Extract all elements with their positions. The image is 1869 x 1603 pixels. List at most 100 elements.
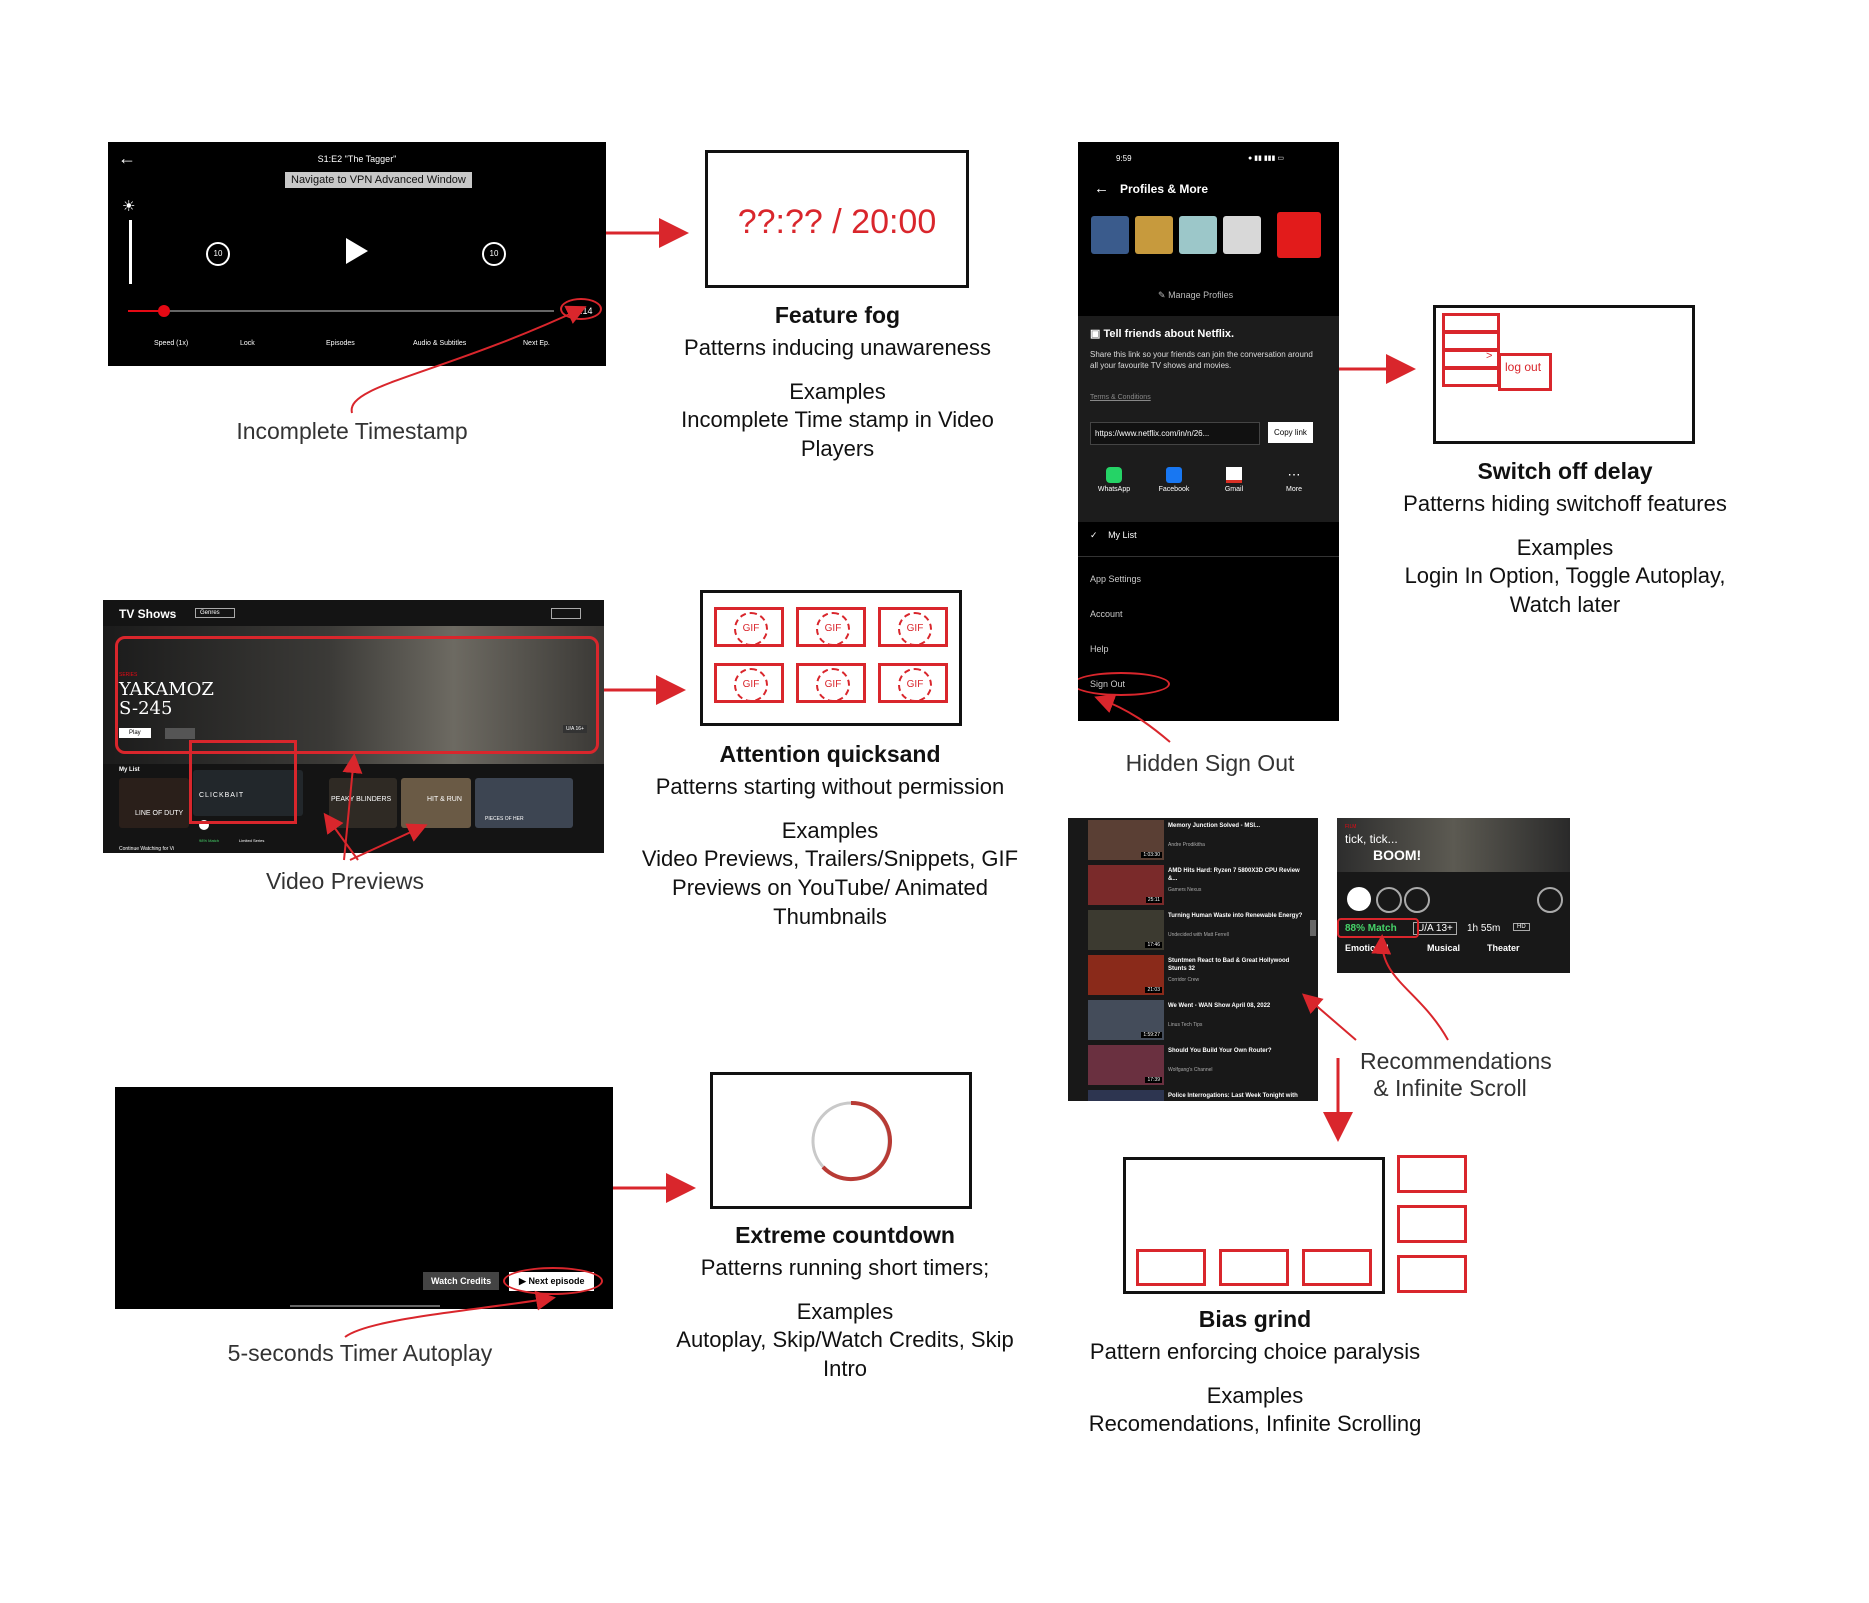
video-thumbnail[interactable] [1088, 1090, 1164, 1101]
attention-subtitle: Patterns starting without permission [655, 774, 1005, 799]
card-like-icon[interactable] [1404, 887, 1430, 913]
control-next-episode[interactable]: Next Ep. [523, 340, 550, 347]
thumb-peaky-blinders[interactable]: PEAKY BLINDERS [329, 778, 397, 828]
bias-caption: Bias grind Pattern enforcing choice para… [1085, 1306, 1425, 1438]
video-title[interactable]: Should You Build Your Own Router? [1168, 1047, 1303, 1055]
bias-row-tile-1 [1136, 1249, 1206, 1286]
thumb-line-of-duty[interactable]: LINE OF DUTY [119, 778, 189, 828]
video-channel: Undecided with Matt Ferrell [1168, 932, 1229, 938]
forward-10-icon[interactable]: 10 [482, 242, 506, 266]
video-thumbnail[interactable]: 17:39 [1088, 1045, 1164, 1085]
video-duration: 17:39 [1145, 1077, 1162, 1083]
profile-avatar-3[interactable] [1179, 216, 1217, 254]
control-audio-subtitles[interactable]: Audio & Subtitles [413, 340, 466, 347]
rewind-10-icon[interactable]: 10 [206, 242, 230, 266]
control-episodes[interactable]: Episodes [326, 340, 355, 347]
menu-account[interactable]: Account [1090, 609, 1123, 619]
control-lock[interactable]: Lock [240, 340, 255, 347]
profile-avatar-1[interactable] [1091, 216, 1129, 254]
progress-handle[interactable] [158, 305, 170, 317]
thumb-hit-and-run[interactable]: HIT & RUN [401, 778, 471, 828]
phone-clock: 9:59 [1116, 154, 1132, 163]
video-thumbnail[interactable]: 1:03:30 [1088, 820, 1164, 860]
bias-examples-label: Examples [1206, 1383, 1304, 1408]
video-title[interactable]: Police Interrogations: Last Week Tonight… [1168, 1092, 1303, 1101]
thumb-preview-highlight [189, 740, 297, 824]
menu-help[interactable]: Help [1090, 644, 1109, 654]
card-add-icon[interactable] [1376, 887, 1402, 913]
bias-side-tile-1 [1397, 1155, 1467, 1193]
video-duration: 1:59:27 [1141, 1032, 1162, 1038]
switch-off-box: > log out [1433, 305, 1695, 444]
card-play-icon[interactable] [1347, 887, 1371, 911]
phone-profiles-screenshot: 9:59 ● ▮▮ ▮▮▮ ▭ ← Profiles & More ✎ Mana… [1078, 142, 1339, 721]
profile-avatar-5[interactable] [1277, 212, 1321, 258]
autoplay-screenshot: Watch Credits ▶ Next episode [115, 1087, 613, 1309]
video-previews-caption: Video Previews [265, 868, 425, 894]
profile-avatar-4[interactable] [1223, 216, 1261, 254]
gif-tile-1: GIF [714, 607, 784, 647]
video-player-screenshot: ← S1:E2 "The Tagger" Navigate to VPN Adv… [108, 142, 606, 366]
video-title[interactable]: AMD Hits Hard: Ryzen 7 5800X3D CPU Revie… [1168, 867, 1303, 883]
share-more[interactable]: ⋯ More [1274, 467, 1314, 493]
video-title[interactable]: Turning Human Waste into Renewable Energ… [1168, 912, 1303, 920]
manage-profiles-link[interactable]: ✎ Manage Profiles [1158, 290, 1233, 301]
attention-caption: Attention quicksand Patterns starting wi… [640, 741, 1020, 931]
scrollbar[interactable] [1310, 920, 1316, 936]
my-list-label: My List [119, 767, 140, 773]
facebook-icon [1166, 467, 1182, 483]
switch-off-subtitle: Patterns hiding switchoff features [1403, 491, 1727, 516]
feature-fog-box: ??:?? / 20:00 [705, 150, 969, 288]
play-icon[interactable] [346, 238, 368, 264]
share-facebook[interactable]: Facebook [1154, 467, 1194, 493]
timestamp-highlight [560, 298, 602, 320]
gmail-icon [1226, 467, 1242, 483]
status-icons: ● ▮▮ ▮▮▮ ▭ [1248, 155, 1284, 162]
message-icon: ▣ [1090, 328, 1101, 340]
share-whatsapp[interactable]: WhatsApp [1094, 467, 1134, 493]
video-thumbnail[interactable]: 25:11 [1088, 865, 1164, 905]
my-list-row[interactable]: ✓ My List [1090, 530, 1137, 541]
menu-item-1 [1442, 313, 1500, 333]
menu-app-settings[interactable]: App Settings [1090, 574, 1141, 584]
bias-title: Bias grind [1198, 1306, 1312, 1332]
countdown-ring-icon [811, 1100, 892, 1182]
timeline-bar [290, 1305, 440, 1307]
profile-avatar-2[interactable] [1135, 216, 1173, 254]
terms-link[interactable]: Terms & Conditions [1090, 394, 1151, 401]
gif-tile-2: GIF [796, 607, 866, 647]
gif-tile-3: GIF [878, 607, 948, 647]
video-channel: Wolfgang's Channel [1168, 1067, 1213, 1073]
phone-back-icon[interactable]: ← [1094, 180, 1109, 197]
profiles-header: Profiles & More [1120, 182, 1209, 196]
video-title[interactable]: We Went - WAN Show April 08, 2022 [1168, 1002, 1303, 1010]
tv-shows-header: TV Shows [119, 607, 177, 621]
card-title-line1: tick, tick... [1345, 832, 1398, 846]
view-toggle-icon[interactable] [551, 608, 581, 619]
bias-side-tile-2 [1397, 1205, 1467, 1243]
brightness-slider[interactable] [129, 220, 132, 284]
card-expand-icon[interactable] [1537, 887, 1563, 913]
menu-item-4 [1442, 367, 1500, 387]
card-tag-1: Emotional [1345, 943, 1389, 953]
genres-dropdown[interactable]: Genres [195, 608, 235, 618]
thumb-pieces-of-her[interactable]: PIECES OF HER [475, 778, 573, 828]
gif-tile-6: GIF [878, 663, 948, 703]
video-duration: 1:03:30 [1141, 852, 1162, 858]
watch-credits-button[interactable]: Watch Credits [423, 1272, 500, 1290]
match-highlight [1337, 918, 1419, 938]
next-episode-highlight [503, 1267, 603, 1295]
share-gmail[interactable]: Gmail [1214, 467, 1254, 493]
video-thumbnail[interactable]: 17:46 [1088, 910, 1164, 950]
progress-track[interactable] [128, 310, 554, 312]
video-title[interactable]: Stuntmen React to Bad & Great Hollywood … [1168, 957, 1303, 973]
video-thumbnail[interactable]: 1:59:27 [1088, 1000, 1164, 1040]
copy-link-button[interactable]: Copy link [1268, 422, 1313, 443]
video-thumbnail[interactable]: 21:03 [1088, 955, 1164, 995]
share-link-field[interactable]: https://www.netflix.com/in/n/26... [1090, 422, 1260, 445]
card-quality: HD [1513, 923, 1530, 931]
menu-item-2 [1442, 331, 1500, 351]
video-title[interactable]: Memory Junction Solved - MSI... [1168, 822, 1303, 830]
tell-friends-title: ▣ Tell friends about Netflix. [1090, 328, 1235, 340]
control-speed[interactable]: Speed (1x) [154, 340, 188, 347]
